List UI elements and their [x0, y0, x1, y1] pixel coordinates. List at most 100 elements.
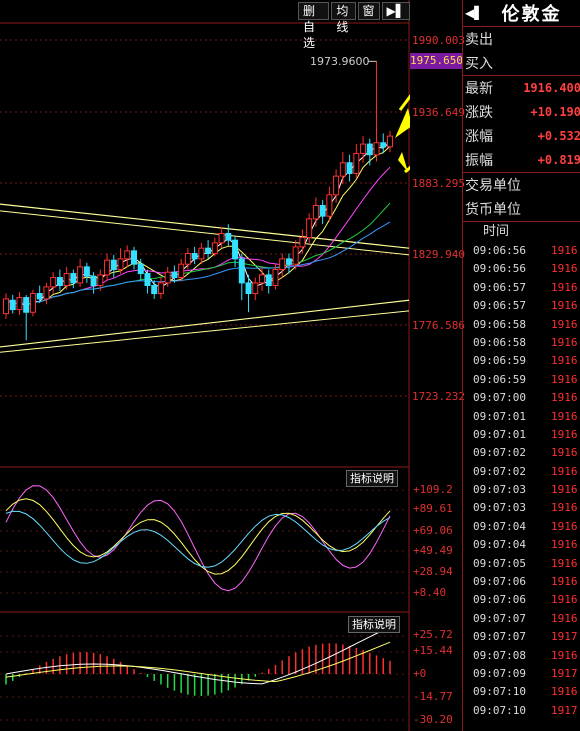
candle-body — [238, 258, 245, 284]
tick-price: 1916 — [551, 372, 578, 386]
quote-row-currency-unit: 货币单位 — [463, 197, 580, 221]
tick-time: 09:07:01 — [473, 427, 526, 441]
tick-time: 09:07:05 — [473, 556, 526, 570]
tick-price: 1916 — [551, 446, 578, 460]
candle-body — [70, 273, 77, 284]
moving-average-line — [5, 221, 391, 306]
candle-body — [178, 263, 185, 279]
candle-body — [265, 274, 272, 287]
sub2-indicator-help-button[interactable]: 指标说明 — [348, 616, 400, 633]
remove-favorite-button[interactable]: 删自选 — [298, 2, 330, 50]
quote-key: 涨跌 — [465, 105, 493, 121]
play-icon[interactable]: ▶▌ — [381, 2, 410, 20]
tick-row: 09:07:10 1916 — [463, 683, 580, 701]
candle-body — [366, 143, 373, 156]
tick-row: 09:07:03 1916 — [463, 499, 580, 517]
quote-key: 货币单位 — [465, 202, 521, 218]
tick-price: 1916 — [551, 244, 578, 257]
tick-row: 09:06:57 1916 — [463, 279, 580, 297]
candle-body — [205, 247, 212, 255]
sub2-tick-label: +0 — [413, 667, 427, 680]
quote-value: 1916.400 — [523, 81, 580, 95]
candle-body — [29, 293, 36, 313]
quote-panel: ◀▌ 伦敦金 卖出 买入 最新 1916.400 涨跌 +10.190 涨幅 +… — [462, 0, 580, 731]
sub1-indicator-help-button[interactable]: 指标说明 — [346, 470, 398, 487]
tick-time: 09:07:04 — [473, 538, 526, 552]
trendline — [0, 299, 410, 348]
tick-row: 09:07:02 1916 — [463, 463, 580, 481]
sub1-tick-label: +89.61 — [413, 502, 453, 515]
tick-price: 1917 — [551, 630, 578, 644]
candle-body — [56, 277, 63, 287]
candle-body — [272, 269, 279, 287]
sub2-tick-label: -14.77 — [413, 690, 453, 703]
tick-time: 09:07:02 — [473, 464, 526, 478]
candle-body — [50, 277, 57, 288]
window-button[interactable]: 窗 — [357, 2, 380, 20]
quote-value: +10.190 — [530, 105, 580, 119]
y-tick-label: 1883.295 — [412, 177, 465, 190]
indicator-line — [5, 485, 391, 592]
sub2-tick-label: +25.72 — [413, 628, 453, 641]
tick-time: 09:07:08 — [473, 648, 526, 662]
quote-value: +0.819 — [537, 153, 580, 167]
quote-key: 卖出 — [465, 32, 493, 48]
tick-row: 09:07:00 1916 — [463, 389, 580, 407]
tick-price: 1916 — [551, 575, 578, 589]
candle-body — [279, 258, 286, 271]
chart-area[interactable]: 删自选 均线 窗 ▶▌ 1973.9600 1975.650 指标说明 指标说明 — [0, 0, 463, 731]
y-tick-label: 1990.003 — [412, 34, 465, 47]
candle-body — [245, 282, 252, 295]
candle-body — [63, 273, 70, 287]
candle-body — [225, 233, 232, 241]
tick-price: 1916 — [551, 648, 578, 662]
candle-body — [137, 263, 144, 275]
candle-body — [299, 237, 306, 248]
candle-body — [339, 162, 346, 177]
candle-body — [319, 204, 326, 217]
sub2-tick-label: -30.20 — [413, 713, 453, 726]
tick-price: 1916 — [551, 685, 578, 699]
trendline — [0, 310, 410, 353]
quote-row-amplitude: 振幅 +0.819 — [463, 148, 580, 172]
tick-row: 09:07:07 1916 — [463, 610, 580, 628]
chart-toolbar: 删自选 均线 窗 ▶▌ — [298, 2, 410, 50]
quote-value: +0.532 — [537, 129, 580, 143]
tick-price: 1916 — [551, 299, 578, 313]
candle-body — [90, 275, 97, 287]
tick-row: 09:06:57 1916 — [463, 297, 580, 315]
y-tick-label: 1829.940 — [412, 248, 465, 261]
tick-time: 09:06:58 — [473, 335, 526, 349]
quote-row-sell: 卖出 — [463, 27, 580, 51]
sub1-tick-label: +69.06 — [413, 524, 453, 537]
candle-body — [312, 204, 319, 220]
tick-price: 1916 — [551, 483, 578, 497]
candle-body — [124, 250, 131, 260]
quote-row-change-pct: 涨幅 +0.532 — [463, 124, 580, 148]
tick-list-header: 时间 — [483, 224, 510, 239]
moving-average-line — [5, 166, 391, 306]
instrument-title: 伦敦金 — [501, 4, 562, 25]
candle-body — [16, 297, 23, 311]
tick-price: 1916 — [551, 593, 578, 607]
candle-body — [117, 258, 124, 271]
tick-time: 09:06:57 — [473, 280, 526, 294]
candle-body — [211, 242, 218, 255]
tick-time: 09:07:04 — [473, 519, 526, 533]
peak-price-label: 1973.9600 — [310, 55, 370, 68]
candle-body — [285, 258, 292, 265]
tick-row: 09:07:01 1916 — [463, 426, 580, 444]
tick-time: 09:07:06 — [473, 593, 526, 607]
candle-body — [3, 298, 9, 315]
moving-average-button[interactable]: 均线 — [331, 2, 356, 34]
back-icon[interactable]: ◀▌ — [465, 6, 483, 20]
tick-list[interactable]: 09:06:56 1916 09:06:56 1916 09:06:57 1916 09:0… — [463, 242, 580, 720]
tick-row: 09:07:07 1917 — [463, 628, 580, 646]
tick-price: 1916 — [551, 427, 578, 441]
quote-row-change: 涨跌 +10.190 — [463, 100, 580, 124]
sub1-tick-label: +49.49 — [413, 544, 453, 557]
candle-body — [9, 299, 16, 311]
tick-time: 09:06:58 — [473, 317, 526, 331]
candle-body — [104, 259, 111, 276]
candle-body — [131, 250, 137, 265]
